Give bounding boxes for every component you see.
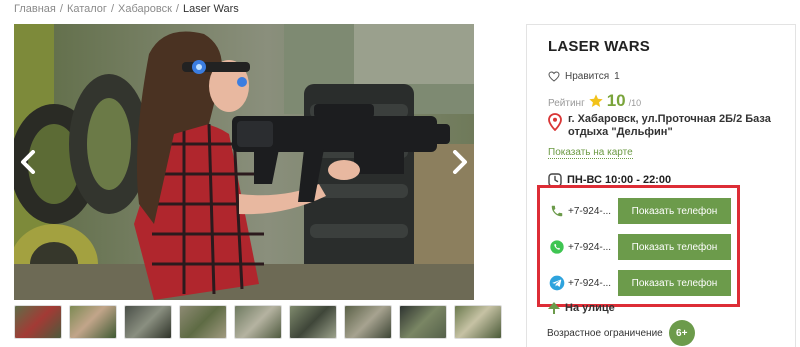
thumbnail[interactable] [14, 305, 62, 339]
telegram-icon [548, 274, 566, 292]
breadcrumb-current: Laser Wars [182, 3, 239, 15]
age-label: Возрастное ограничение [547, 327, 663, 339]
star-icon [589, 94, 603, 107]
breadcrumb: Главная / Каталог / Хабаровск / Laser Wars [14, 3, 239, 15]
thumbnail[interactable] [124, 305, 172, 339]
thumbnail[interactable] [234, 305, 282, 339]
breadcrumb-separator: / [110, 3, 114, 15]
thumbnail[interactable] [344, 305, 392, 339]
age-badge: 6+ [668, 320, 695, 346]
whatsapp-icon [548, 238, 566, 256]
gallery-next-button[interactable] [448, 147, 472, 177]
tree-icon [548, 302, 560, 314]
breadcrumb-separator: / [59, 3, 63, 15]
show-whatsapp-button[interactable]: Показать телефон [618, 234, 731, 260]
phone-icon [548, 202, 566, 220]
venue-title: LASER WARS [548, 38, 651, 55]
main-photo [14, 24, 474, 300]
address: г. Хабаровск, ул.Проточная 2Б/2 База отд… [548, 113, 788, 139]
rating-max: /10 [628, 98, 642, 108]
telegram-number: +7-924-... [568, 277, 612, 289]
rating: Рейтинг 10 /10 [548, 91, 641, 111]
thumbnail[interactable] [289, 305, 337, 339]
thumbnail-strip [14, 305, 502, 339]
likes-label: Нравится [565, 71, 610, 82]
rating-label: Рейтинг [548, 98, 585, 109]
likes-count: 1 [614, 71, 620, 82]
outdoor-feature: На улице [547, 302, 615, 314]
whatsapp-row: +7-924-... Показать телефон [548, 233, 732, 261]
telegram-row: +7-924-... Показать телефон [548, 269, 732, 297]
address-text: г. Хабаровск, ул.Проточная 2Б/2 База отд… [568, 113, 771, 138]
chevron-left-icon [21, 150, 35, 174]
breadcrumb-home[interactable]: Главная [14, 3, 56, 15]
thumbnail[interactable] [179, 305, 227, 339]
rating-value: 10 [606, 91, 626, 110]
show-phone-button[interactable]: Показать телефон [618, 198, 731, 224]
map-pin-icon [548, 113, 562, 131]
breadcrumb-catalog[interactable]: Каталог [67, 3, 107, 15]
breadcrumb-separator: / [175, 3, 179, 15]
chevron-right-icon [453, 150, 467, 174]
phone-contacts-box: +7-924-... Показать телефон +7-924-... П… [537, 185, 740, 307]
photo-gallery [14, 24, 474, 300]
show-on-map-link[interactable]: Показать на карте [548, 147, 633, 159]
thumbnail[interactable] [454, 305, 502, 339]
phone-row: +7-924-... Показать телефон [548, 197, 732, 225]
thumbnail[interactable] [399, 305, 447, 339]
like-button[interactable]: Нравится 1 [548, 71, 620, 82]
gallery-prev-button[interactable] [16, 147, 40, 177]
thumbnail[interactable] [69, 305, 117, 339]
outdoor-text: На улице [565, 302, 615, 314]
phone-number: +7-924-... [568, 205, 612, 217]
whatsapp-number: +7-924-... [568, 241, 612, 253]
show-telegram-button[interactable]: Показать телефон [618, 270, 731, 296]
age-restriction: Возрастное ограничение 6+ [547, 320, 695, 346]
heart-icon [548, 71, 560, 82]
breadcrumb-city[interactable]: Хабаровск [118, 3, 172, 15]
